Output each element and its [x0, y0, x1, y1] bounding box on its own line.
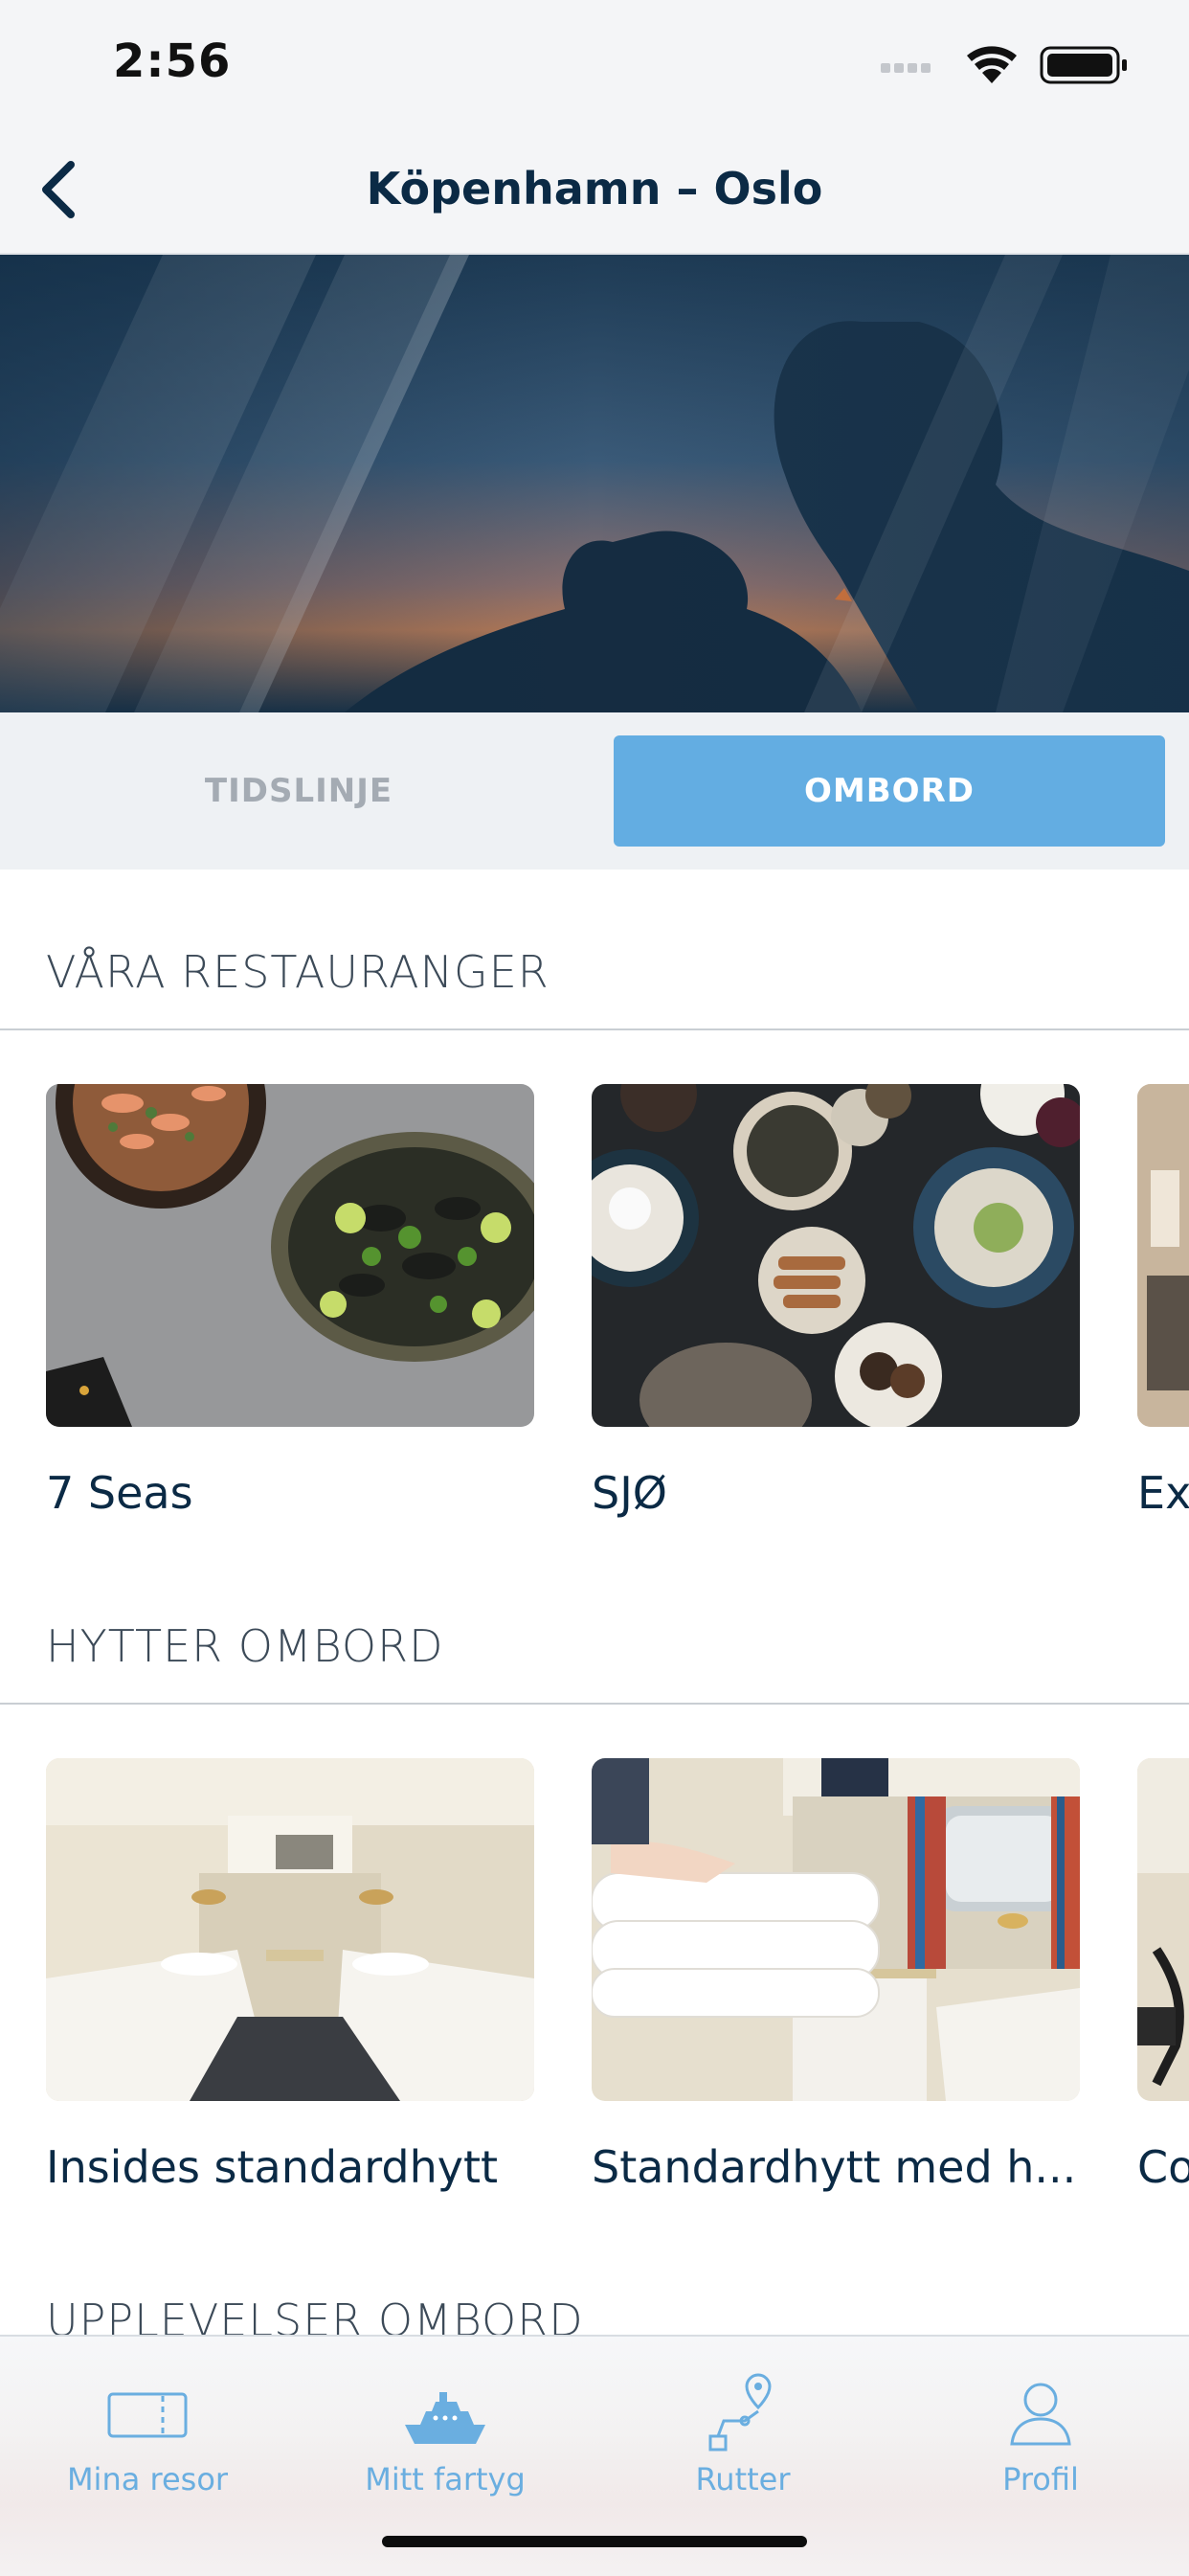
segmented-tabs: TIDSLINJE OMBORD	[0, 712, 1189, 870]
tab-bar-label: Mina resor	[66, 2461, 229, 2497]
status-icons	[881, 46, 1127, 84]
home-indicator	[382, 2536, 807, 2547]
tab-bar-item-profil[interactable]: Profil	[926, 2356, 1155, 2528]
restaurant-card-title[interactable]: SJØ	[592, 1467, 667, 1519]
restaurant-card-title[interactable]: 7 Seas	[46, 1467, 193, 1519]
restaurants-carousel[interactable]: 7 Seas SJØ Ex	[0, 1084, 1189, 1544]
nav-bar: Köpenhamn – Oslo	[0, 126, 1189, 255]
tab-bar-label: Rutter	[695, 2461, 791, 2497]
ticket-icon	[107, 2392, 188, 2438]
cabin-card-image[interactable]	[46, 1758, 534, 2101]
cabins-carousel[interactable]: Insides standardhytt Standardhytt med h.…	[0, 1758, 1189, 2218]
cabin-card-image[interactable]	[592, 1758, 1080, 2101]
tab-ombord[interactable]: OMBORD	[614, 735, 1165, 847]
cabin-card-title[interactable]: Insides standardhytt	[46, 2141, 498, 2193]
cellular-signal-icon	[881, 63, 931, 73]
page-title: Köpenhamn – Oslo	[366, 163, 823, 215]
tab-bar-item-mitt-fartyg[interactable]: Mitt fartyg	[330, 2356, 560, 2528]
restaurant-card-title[interactable]: Ex	[1137, 1467, 1189, 1519]
section-title-restaurants: VÅRA RESTAURANGER	[46, 946, 550, 998]
cabin-card-title[interactable]: Standardhytt med h...	[592, 2141, 1076, 2193]
cabin-card-title[interactable]: Co	[1137, 2141, 1189, 2193]
tab-bar-label: Profil	[1002, 2461, 1079, 2497]
wifi-icon	[967, 46, 1017, 83]
tab-bar-item-mina-resor[interactable]: Mina resor	[33, 2356, 262, 2528]
section-title-cabins: HYTTER OMBORD	[46, 1620, 444, 1672]
divider	[0, 1703, 1189, 1705]
tab-bar-label: Mitt fartyg	[365, 2461, 526, 2497]
status-time: 2:56	[113, 34, 232, 88]
cabin-card-image[interactable]	[1137, 1758, 1189, 2101]
tab-bar-item-rutter[interactable]: Rutter	[628, 2356, 858, 2528]
route-icon	[708, 2373, 772, 2452]
profile-icon	[1010, 2383, 1071, 2446]
restaurant-card-image[interactable]	[592, 1084, 1080, 1427]
restaurant-card-image[interactable]	[46, 1084, 534, 1427]
tab-tidslinje[interactable]: TIDSLINJE	[29, 735, 569, 847]
battery-icon	[1040, 46, 1127, 84]
restaurant-card-image[interactable]	[1137, 1084, 1189, 1427]
ship-icon	[405, 2392, 485, 2444]
status-bar: 2:56	[0, 0, 1189, 126]
hero-image	[0, 255, 1189, 712]
divider	[0, 1028, 1189, 1030]
